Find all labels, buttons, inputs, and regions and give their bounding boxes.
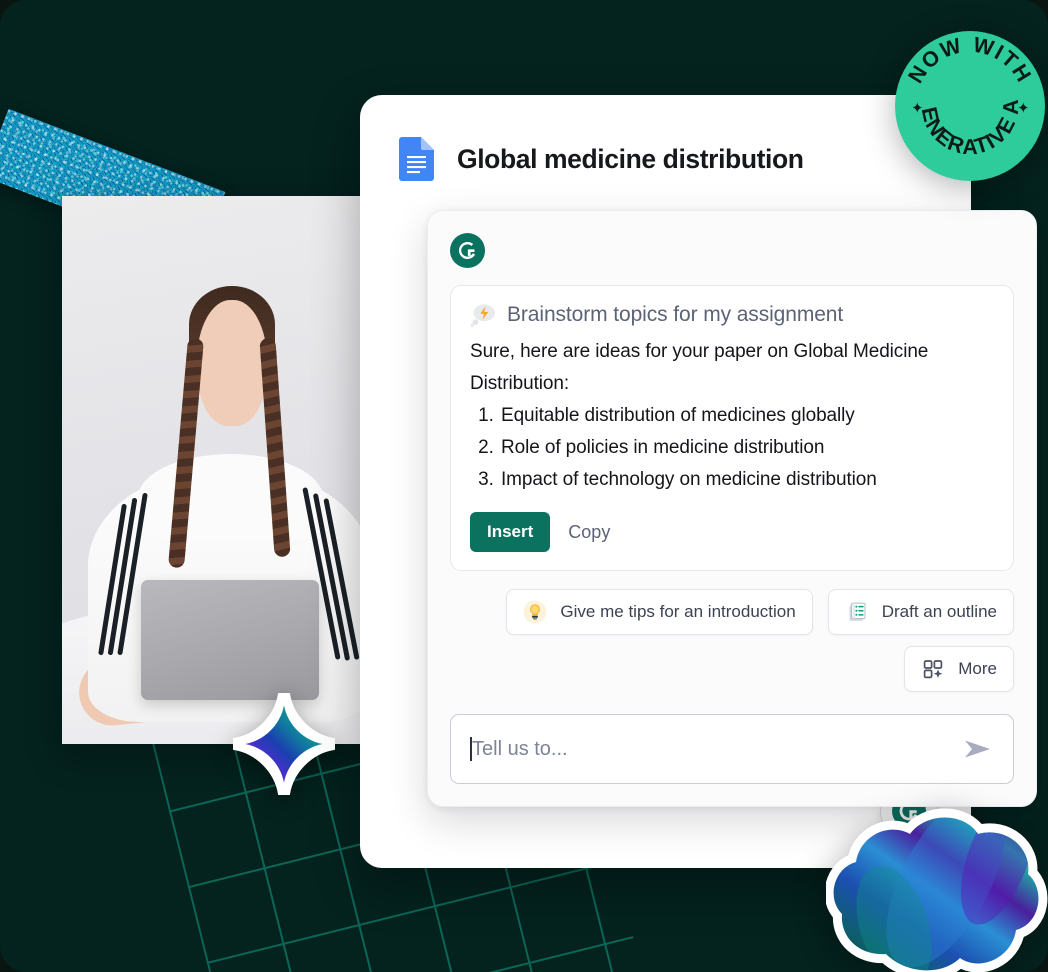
prompt-label: Brainstorm topics for my assignment — [507, 303, 844, 326]
insert-button[interactable]: Insert — [470, 512, 551, 552]
suggestion-chip-label: Draft an outline — [881, 602, 997, 621]
prompt-row: Brainstorm topics for my assignment — [470, 303, 994, 327]
answer-intro: Sure, here are ideas for your paper on G… — [470, 341, 929, 394]
suggestion-chip-label: Give me tips for an introduction — [560, 602, 796, 621]
suggestion-chips: Give me tips for an introduction Draft a… — [450, 589, 1014, 692]
promo-stage: Global medicine distribution Brainstorm … — [0, 0, 1048, 972]
copy-button[interactable]: Copy — [566, 518, 612, 547]
iridescent-cloud-sticker — [826, 808, 1048, 972]
more-grid-sparkle-icon — [924, 660, 943, 679]
badge-star-left: ✦ — [911, 100, 924, 117]
page-title: Global medicine distribution — [457, 143, 804, 174]
suggestion-chip-draft-outline[interactable]: Draft an outline — [827, 589, 1014, 635]
grammarly-logo-icon — [458, 241, 476, 260]
send-arrow-icon — [965, 740, 990, 758]
list-item: Role of policies in medicine distributio… — [499, 432, 994, 464]
now-with-generative-ai-badge: NOW WITH GENERATIVE AI ✦ ✦ — [891, 27, 1045, 181]
suggestion-chip-row-primary: Give me tips for an introduction Draft a… — [506, 589, 1014, 635]
suggestion-chip-intro-tips[interactable]: Give me tips for an introduction — [506, 589, 813, 635]
more-button[interactable]: More — [904, 646, 1014, 692]
composer[interactable] — [450, 714, 1014, 784]
response-actions: Insert Copy — [470, 512, 994, 552]
assistant-avatar-row — [428, 229, 1036, 268]
answer-list: Equitable distribution of medicines glob… — [470, 400, 994, 496]
student-with-laptop-photo — [62, 196, 392, 744]
lightning-thought-bubble-icon — [470, 304, 495, 327]
document-header: Global medicine distribution — [360, 95, 971, 181]
assistant-response-card: Brainstorm topics for my assignment Sure… — [450, 285, 1014, 571]
more-label: More — [958, 659, 997, 678]
assistant-answer: Sure, here are ideas for your paper on G… — [470, 336, 994, 496]
list-item: Impact of technology on medicine distrib… — [499, 464, 994, 496]
four-point-sparkle-sticker — [233, 693, 335, 795]
outline-list-icon — [849, 602, 866, 621]
lightbulb-icon — [523, 600, 547, 624]
avatar — [450, 233, 485, 268]
badge-star-right: ✦ — [1017, 100, 1030, 117]
composer-input[interactable] — [470, 736, 953, 762]
list-item: Equitable distribution of medicines glob… — [499, 400, 994, 432]
ai-assistant-panel: Brainstorm topics for my assignment Sure… — [427, 210, 1037, 807]
suggestion-chip-row-secondary: More — [904, 646, 1014, 692]
send-button[interactable] — [953, 738, 993, 760]
google-docs-icon — [399, 137, 434, 181]
